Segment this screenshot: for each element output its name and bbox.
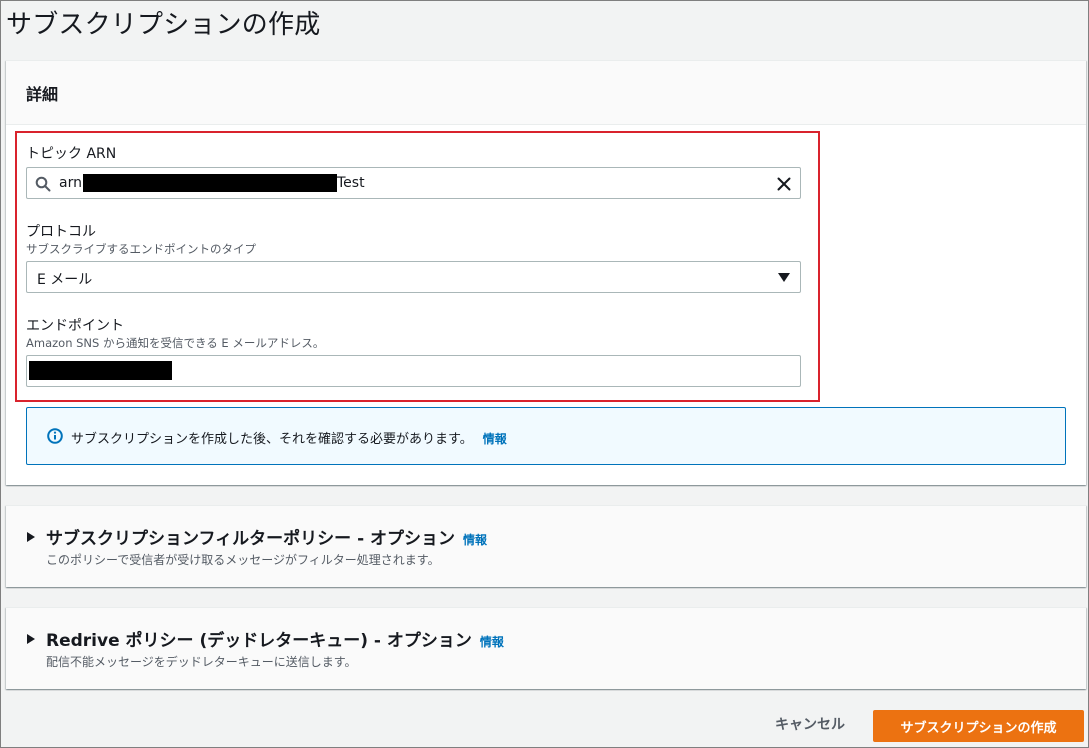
filter-policy-description: このポリシーで受信者が受け取るメッセージがフィルター処理されます。: [46, 553, 440, 567]
endpoint-description: Amazon SNS から通知を受信できる E メールアドレス。: [26, 336, 325, 350]
caret-down-icon: [778, 273, 790, 282]
filter-policy-section[interactable]: サブスクリプションフィルターポリシー - オプション 情報 このポリシーで受信者が…: [6, 505, 1086, 587]
redacted-topic-arn: [83, 174, 337, 192]
cancel-button[interactable]: キャンセル: [760, 707, 860, 741]
topic-arn-value-suffix: Test: [337, 175, 365, 191]
info-alert-message: サブスクリプションを作成した後、それを確認する必要があります。: [71, 432, 473, 447]
details-header: 詳細: [6, 61, 1086, 125]
search-icon: [35, 176, 51, 192]
caret-right-icon: [27, 532, 35, 542]
info-alert-text: サブスクリプションを作成した後、それを確認する必要があります。 情報: [71, 428, 507, 447]
protocol-selected-value: E メール: [37, 272, 93, 288]
caret-right-icon: [27, 634, 35, 644]
page-title: サブスクリプションの作成: [6, 10, 321, 40]
filter-policy-title[interactable]: サブスクリプションフィルターポリシー - オプション 情報: [46, 524, 487, 549]
protocol-select[interactable]: E メール: [26, 261, 801, 293]
protocol-label: プロトコル: [26, 224, 96, 240]
topic-arn-input[interactable]: arn: Test: [26, 167, 801, 199]
close-icon[interactable]: [776, 176, 792, 192]
redrive-policy-section[interactable]: Redrive ポリシー (デッドレターキュー) - オプション 情報 配信不能メ…: [6, 607, 1086, 689]
redrive-policy-title-text: Redrive ポリシー (デッドレターキュー) - オプション: [46, 631, 472, 651]
info-icon: [47, 428, 63, 444]
filter-policy-info-link[interactable]: 情報: [463, 533, 487, 547]
info-alert: サブスクリプションを作成した後、それを確認する必要があります。 情報: [26, 407, 1066, 465]
redrive-policy-title[interactable]: Redrive ポリシー (デッドレターキュー) - オプション 情報: [46, 626, 504, 651]
filter-policy-title-text: サブスクリプションフィルターポリシー - オプション: [46, 529, 456, 549]
endpoint-label: エンドポイント: [26, 318, 124, 334]
endpoint-input[interactable]: [26, 355, 801, 387]
topic-arn-label: トピック ARN: [26, 146, 117, 162]
details-panel: 詳細 トピック ARN arn: Test プロトコル サブスクライブするエンド…: [6, 60, 1086, 485]
create-subscription-button[interactable]: サブスクリプションの作成: [873, 710, 1084, 742]
info-link[interactable]: 情報: [483, 432, 507, 446]
redrive-policy-info-link[interactable]: 情報: [480, 635, 504, 649]
protocol-description: サブスクライブするエンドポイントのタイプ: [26, 242, 256, 256]
redacted-endpoint: [29, 361, 172, 380]
redrive-policy-description: 配信不能メッセージをデッドレターキューに送信します。: [46, 655, 357, 669]
